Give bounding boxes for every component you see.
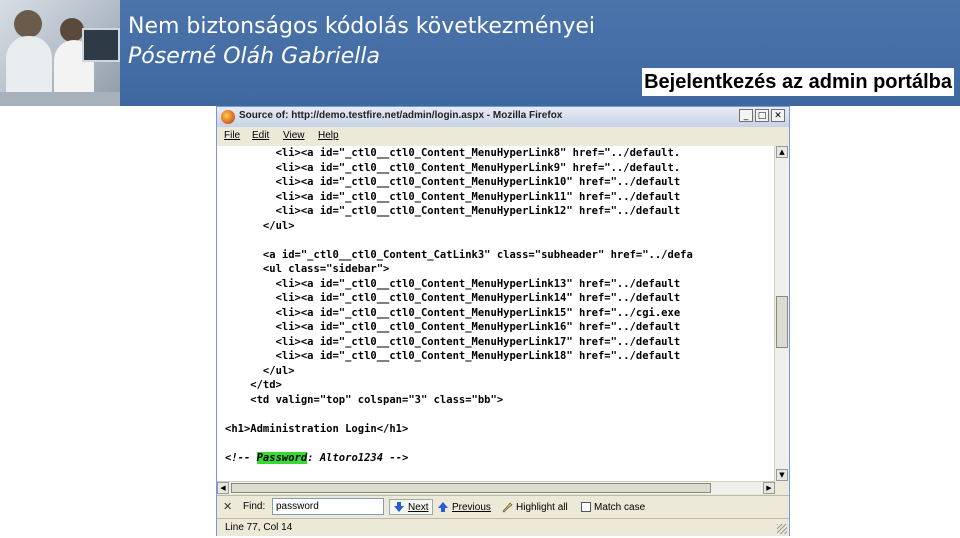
- scroll-left-icon[interactable]: ◀: [217, 482, 229, 494]
- find-next-label: Next: [408, 501, 429, 513]
- find-bar: ✕ Find: Next Previous Highlight all Matc…: [217, 495, 789, 518]
- highlight-all-label: Highlight all: [516, 501, 568, 513]
- find-previous-button[interactable]: Previous: [437, 499, 491, 515]
- source-line: </ul>: [225, 219, 295, 232]
- scroll-up-icon[interactable]: ▲: [776, 146, 788, 158]
- cursor-position: Line 77, Col 14: [225, 522, 293, 533]
- source-code: <li><a id="_ctl0__ctl0_Content_MenuHyper…: [225, 146, 693, 465]
- checkbox-icon: [581, 502, 591, 512]
- header-photo: [0, 0, 120, 106]
- source-line-comment: <!-- Password: Altoro1234 -->: [225, 451, 693, 466]
- search-match-highlight: Password: [256, 451, 308, 464]
- source-line: <li><a id="_ctl0__ctl0_Content_MenuHyper…: [225, 176, 681, 188]
- menu-file[interactable]: File: [224, 130, 240, 141]
- slide-title: Nem biztonságos kódolás következményei: [128, 14, 595, 39]
- horizontal-scroll-thumb[interactable]: [231, 483, 711, 493]
- source-line: [225, 407, 693, 422]
- minimize-button[interactable]: _: [739, 109, 753, 122]
- window-title: Source of: http://demo.testfire.net/admi…: [239, 110, 563, 121]
- menu-edit[interactable]: Edit: [252, 130, 269, 141]
- source-line: <li><a id="_ctl0__ctl0_Content_MenuHyper…: [225, 277, 681, 290]
- source-line: [225, 233, 693, 248]
- find-next-button[interactable]: Next: [389, 499, 433, 515]
- source-line: <h1>Administration Login</h1>: [225, 422, 409, 435]
- browser-window: Source of: http://demo.testfire.net/admi…: [216, 106, 790, 536]
- source-line: [225, 436, 693, 451]
- firefox-icon: [221, 110, 235, 124]
- scroll-down-icon[interactable]: ▼: [776, 469, 788, 481]
- source-line: <td valign="top" colspan="3" class="bb">: [225, 393, 504, 406]
- source-line: <ul class="sidebar">: [225, 263, 390, 275]
- slide-section-label: Bejelentkezés az admin portálba: [642, 68, 954, 96]
- scroll-right-icon[interactable]: ▶: [763, 482, 775, 494]
- source-line: <li><a id="_ctl0__ctl0_Content_MenuHyper…: [225, 292, 681, 304]
- slide-subtitle: Póserné Oláh Gabriella: [128, 44, 380, 69]
- source-line: <li><a id="_ctl0__ctl0_Content_MenuHyper…: [225, 335, 681, 348]
- source-line: <li><a id="_ctl0__ctl0_Content_MenuHyper…: [225, 161, 681, 174]
- title-bar[interactable]: Source of: http://demo.testfire.net/admi…: [217, 107, 789, 127]
- highlight-all-button[interactable]: Highlight all: [501, 499, 568, 515]
- comment-prefix: <!--: [225, 451, 257, 464]
- source-line: <li><a id="_ctl0__ctl0_Content_MenuHyper…: [225, 147, 681, 159]
- source-line: <li><a id="_ctl0__ctl0_Content_MenuHyper…: [225, 190, 681, 203]
- maximize-button[interactable]: □: [755, 109, 769, 122]
- horizontal-scrollbar[interactable]: ◀ ▶: [217, 481, 775, 494]
- page-source-view[interactable]: <li><a id="_ctl0__ctl0_Content_MenuHyper…: [217, 146, 775, 493]
- arrow-up-icon: [438, 502, 448, 512]
- source-line: </td>: [225, 379, 282, 391]
- vertical-scrollbar[interactable]: ▲ ▼: [774, 146, 789, 481]
- status-bar: Line 77, Col 14: [217, 518, 789, 536]
- match-case-label: Match case: [594, 501, 646, 513]
- source-line: <a id="_ctl0__ctl0_Content_CatLink3" cla…: [225, 248, 693, 261]
- arrow-down-icon: [394, 502, 404, 512]
- comment-suffix: : Altoro1234 -->: [307, 451, 409, 464]
- highlighter-icon: [502, 502, 513, 513]
- vertical-scroll-thumb[interactable]: [776, 296, 788, 348]
- find-previous-label: Previous: [452, 501, 491, 513]
- menu-view[interactable]: View: [283, 130, 305, 141]
- close-window-button[interactable]: ✕: [771, 109, 785, 122]
- source-line: </ul>: [225, 364, 295, 377]
- source-line: <li><a id="_ctl0__ctl0_Content_MenuHyper…: [225, 321, 681, 333]
- source-line: <li><a id="_ctl0__ctl0_Content_MenuHyper…: [225, 350, 681, 362]
- find-close-icon[interactable]: ✕: [223, 500, 232, 513]
- match-case-checkbox[interactable]: Match case: [581, 499, 645, 515]
- menu-help[interactable]: Help: [318, 130, 339, 141]
- source-line: <li><a id="_ctl0__ctl0_Content_MenuHyper…: [225, 306, 681, 319]
- menu-bar: File Edit View Help: [217, 127, 789, 147]
- resize-grip-icon[interactable]: [777, 524, 787, 534]
- find-input[interactable]: [272, 498, 384, 515]
- source-line: <li><a id="_ctl0__ctl0_Content_MenuHyper…: [225, 205, 681, 217]
- find-label: Find:: [243, 501, 266, 512]
